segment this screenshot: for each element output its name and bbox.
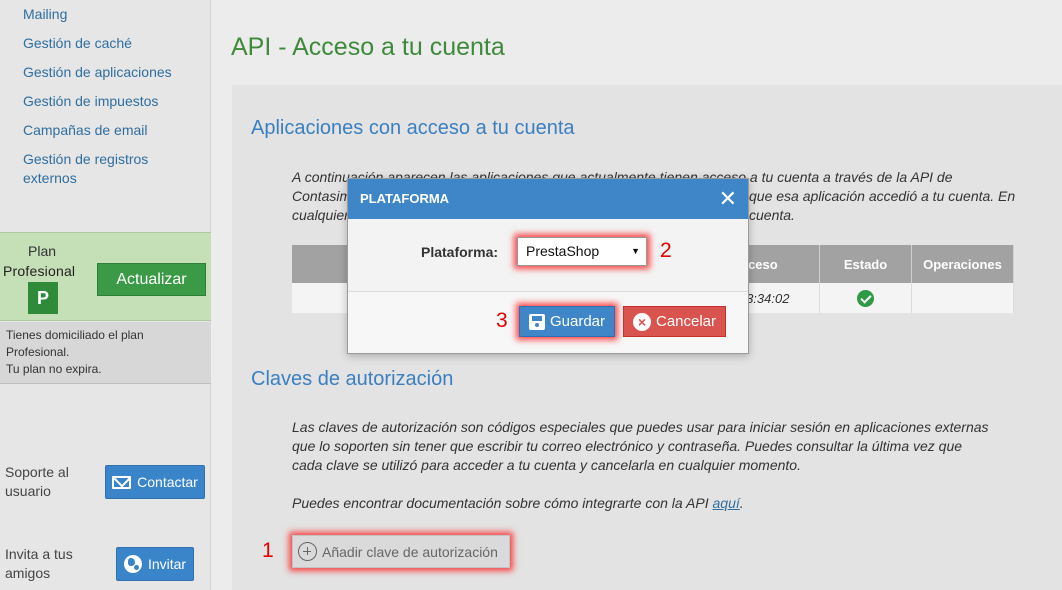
apps-text-fragment: cualquier <box>292 207 349 223</box>
modal-footer: Guardar × Cancelar <box>348 292 748 353</box>
add-key-button[interactable]: Añadir clave de autorización <box>292 535 510 568</box>
step-marker-2: 2 <box>660 239 672 262</box>
cancel-button[interactable]: × Cancelar <box>623 306 726 337</box>
docs-text-fragment: . <box>739 495 744 511</box>
sidebar-item-apps[interactable]: Gestión de aplicaciones <box>23 63 203 82</box>
add-key-button-label: Añadir clave de autorización <box>322 543 498 560</box>
modal-body: Plataforma: PrestaShop ▼ <box>348 219 748 292</box>
support-label-line: usuario <box>5 483 51 499</box>
sidebar: Mailing Gestión de caché Gestión de apli… <box>0 0 211 590</box>
sidebar-menu: Mailing Gestión de caché Gestión de apli… <box>23 5 203 198</box>
apps-section-title: Aplicaciones con acceso a tu cuenta <box>251 117 575 139</box>
table-cell-status <box>819 283 912 313</box>
invite-button-label: Invitar <box>147 556 187 572</box>
plan-info-line: Tienes domiciliado el plan <box>6 328 144 342</box>
plan-info-line: Tu plan no expira. <box>6 362 102 376</box>
plan-info: Tienes domiciliado el plan Profesional. … <box>0 322 211 384</box>
step-marker-1: 1 <box>262 539 274 562</box>
table-header: ceso <box>741 245 821 283</box>
page-title: API - Acceso a tu cuenta <box>231 33 505 61</box>
check-circle-icon <box>857 289 875 307</box>
envelope-icon <box>112 475 132 489</box>
platform-field-label: Plataforma: <box>421 244 499 260</box>
contact-button-label: Contactar <box>137 474 198 490</box>
keys-text-line: cada clave se utilizó para acceder a tu … <box>292 457 801 473</box>
plan-info-line: Profesional. <box>6 345 70 359</box>
sidebar-item-external-records[interactable]: Gestión de registros externos <box>23 150 203 188</box>
plan-badge-icon: P <box>28 282 58 314</box>
invite-label-line: amigos <box>5 565 51 581</box>
close-icon[interactable]: ✕ <box>719 179 737 219</box>
platform-modal: PLATAFORMA ✕ Plataforma: PrestaShop ▼ Gu… <box>347 178 749 354</box>
plus-circle-icon <box>298 542 317 561</box>
invite-label-line: Invita a tus <box>5 546 73 562</box>
keys-section-title: Claves de autorización <box>251 368 454 390</box>
support-label-line: Soporte al <box>5 464 69 480</box>
step-marker-3: 3 <box>496 309 508 332</box>
sidebar-item-cache[interactable]: Gestión de caché <box>23 34 203 53</box>
table-cell-access: 3:34:02 <box>741 283 821 313</box>
contact-button[interactable]: Contactar <box>105 465 205 499</box>
platform-select-value: PrestaShop <box>526 243 600 259</box>
floppy-disk-icon <box>528 313 545 330</box>
keys-text-line: que lo soporten sin tener que escribir t… <box>292 438 963 454</box>
table-header: Estado <box>819 245 912 283</box>
keys-text-line: Las claves de autorización son códigos e… <box>292 419 989 435</box>
modal-title: PLATAFORMA <box>360 191 450 206</box>
invite-label: Invita a tus amigos <box>5 545 73 583</box>
plan-word: Plan <box>28 243 57 259</box>
sidebar-item-email-campaigns[interactable]: Campañas de email <box>23 121 203 140</box>
dropdown-arrow-icon: ▼ <box>631 246 640 256</box>
apps-text-fragment: que esa aplicación accedió a tu cuenta. … <box>749 188 1016 204</box>
docs-text: Puedes encontrar documentación sobre cóm… <box>292 494 1022 513</box>
invite-button[interactable]: Invitar <box>116 547 194 581</box>
modal-header: PLATAFORMA ✕ <box>348 179 748 219</box>
table-header: Operaciones <box>911 245 1014 283</box>
docs-text-fragment: Puedes encontrar documentación sobre cóm… <box>292 495 713 511</box>
save-button-label: Guardar <box>549 313 606 330</box>
plan-name: Profesional <box>3 263 76 279</box>
sidebar-item-taxes[interactable]: Gestión de impuestos <box>23 92 203 111</box>
cancel-circle-icon: × <box>632 312 651 331</box>
keys-section-text: Las claves de autorización son códigos e… <box>292 418 1022 475</box>
plan-box: Plan Profesional P Actualizar <box>0 232 211 321</box>
cancel-button-label: Cancelar <box>655 313 717 330</box>
table-cell-operations <box>911 283 1014 313</box>
apps-text-fragment: cuenta. <box>749 207 795 223</box>
docs-link[interactable]: aquí <box>713 495 740 511</box>
sidebar-item-mailing[interactable]: Mailing <box>23 5 203 24</box>
save-button[interactable]: Guardar <box>519 306 615 337</box>
platform-select[interactable]: PrestaShop ▼ <box>517 237 647 266</box>
support-label: Soporte al usuario <box>5 463 69 501</box>
upgrade-button[interactable]: Actualizar <box>97 263 206 296</box>
globe-icon <box>123 555 142 573</box>
